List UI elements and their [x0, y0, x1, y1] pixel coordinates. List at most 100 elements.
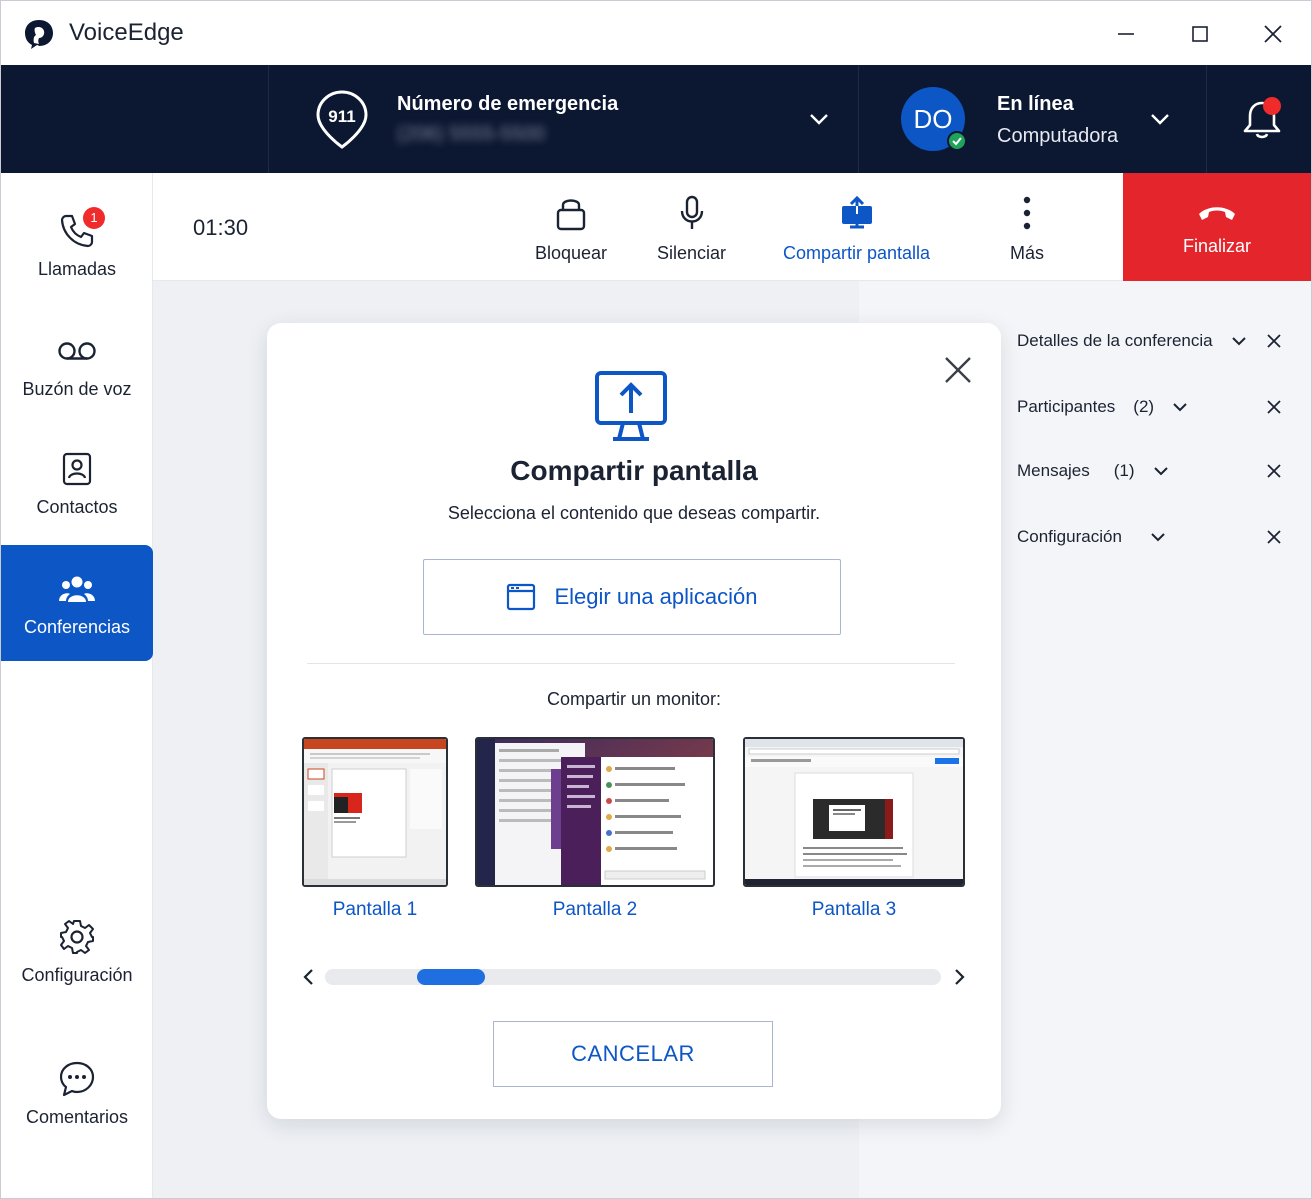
minimize-button[interactable]: [1109, 17, 1143, 51]
emergency-number-value: (206) 5555-5500: [397, 123, 545, 145]
panel-section-details[interactable]: Detalles de la conferencia: [1017, 326, 1287, 356]
calls-badge: 1: [83, 206, 105, 229]
monitor-thumbnail-1[interactable]: [302, 737, 448, 887]
chevron-right-icon[interactable]: [949, 967, 969, 987]
notification-dot: [1263, 97, 1281, 115]
mute-label: Silenciar: [657, 243, 727, 263]
emergency-number-title: Número de emergencia: [397, 93, 619, 115]
end-call-label: Finalizar: [1182, 235, 1252, 256]
contact-card-icon: [57, 449, 97, 489]
monitor-label-3[interactable]: Pantalla 3: [743, 899, 965, 921]
sidebar-item-voicemail[interactable]: Buzón de voz: [1, 307, 153, 423]
hangup-icon: [1195, 198, 1239, 228]
panel-section-label: Configuración: [1017, 527, 1122, 546]
header-divider: [268, 65, 269, 173]
close-icon[interactable]: [1263, 460, 1285, 482]
monitor-label-2[interactable]: Pantalla 2: [475, 899, 715, 921]
share-screen-button[interactable]: Compartir pantalla: [783, 193, 930, 273]
maximize-button[interactable]: [1183, 17, 1217, 51]
participants-count: (2): [1133, 397, 1155, 416]
sidebar-item-label: Comentarios: [25, 1106, 129, 1127]
lock-label: Bloquear: [535, 243, 608, 263]
choose-app-button[interactable]: Elegir una aplicación: [423, 559, 841, 635]
sidebar-item-label: Configuración: [21, 964, 133, 985]
choose-app-label: Elegir una aplicación: [554, 584, 758, 609]
share-screen-dialog: Compartir pantalla Selecciona el conteni…: [267, 323, 1001, 1119]
more-button[interactable]: Más: [1007, 193, 1047, 273]
dialog-subtitle: Selecciona el contenido que deseas compa…: [447, 503, 821, 523]
header-divider: [1206, 65, 1207, 173]
chevron-down-icon: [1231, 337, 1246, 346]
carousel-scroll-thumb[interactable]: [417, 969, 485, 985]
group-icon: [57, 569, 97, 609]
emergency-chevron-down-icon[interactable]: [807, 107, 831, 131]
panel-section-label: Mensajes: [1017, 461, 1090, 480]
close-window-button[interactable]: [1256, 17, 1290, 51]
monitor-thumbnail-3[interactable]: [743, 737, 965, 887]
chevron-down-icon: [1151, 533, 1165, 542]
more-label: Más: [1009, 243, 1044, 263]
dialog-divider: [307, 663, 955, 664]
panel-section-participants[interactable]: Participantes (2): [1017, 392, 1287, 422]
dialog-title: Compartir pantalla: [510, 455, 758, 486]
chevron-left-icon[interactable]: [299, 967, 319, 987]
app-window-icon: [507, 583, 536, 611]
panel-section-messages[interactable]: Mensajes (1): [1017, 456, 1287, 486]
messages-count: (1): [1113, 461, 1135, 480]
lock-button[interactable]: Bloquear: [535, 193, 607, 273]
sidebar-item-conferences[interactable]: Conferencias: [1, 545, 153, 661]
app-title: VoiceEdge: [69, 19, 184, 46]
sidebar-item-contacts[interactable]: Contactos: [1, 425, 153, 541]
monitor-label-1[interactable]: Pantalla 1: [302, 899, 448, 921]
close-icon[interactable]: [1263, 396, 1285, 418]
header-divider: [858, 65, 859, 173]
sidebar-item-label: Conferencias: [23, 616, 131, 637]
panel-section-settings[interactable]: Configuración: [1017, 522, 1287, 552]
close-icon[interactable]: [1263, 526, 1285, 548]
panel-section-label: Participantes: [1017, 397, 1116, 416]
screen-preview-1: [304, 739, 446, 885]
call-timer: 01:30: [193, 215, 249, 240]
sidebar-item-label: Buzón de voz: [22, 378, 132, 399]
lock-icon: [551, 193, 591, 233]
chat-bubble-icon: [57, 1059, 97, 1099]
sidebar-item-feedback[interactable]: Comentarios: [1, 1035, 153, 1151]
monitor-section-label: Compartir un monitor:: [546, 689, 722, 709]
end-call-button[interactable]: Finalizar: [1123, 173, 1311, 281]
share-screen-icon: [837, 193, 877, 233]
presence-status: En línea: [997, 93, 1074, 115]
monitor-upload-icon: [595, 371, 667, 441]
gear-icon: [57, 917, 97, 957]
chevron-down-icon: [1153, 467, 1168, 476]
share-screen-label: Compartir pantalla: [783, 243, 931, 263]
sidebar-item-settings[interactable]: Configuración: [1, 893, 153, 1009]
online-status-icon: [947, 131, 967, 151]
call-toolbar: 01:30 Bloquear Silenciar Compartir panta…: [153, 173, 1311, 281]
minimize-icon: [1118, 33, 1134, 35]
mute-button[interactable]: Silenciar: [657, 193, 726, 273]
top-header: 911 Número de emergencia (206) 5555-5500…: [1, 65, 1311, 173]
presence-chevron-down-icon[interactable]: [1148, 107, 1172, 131]
screen-preview-2: [477, 739, 713, 885]
screen-preview-3: [745, 739, 963, 885]
close-dialog-icon[interactable]: [941, 353, 975, 387]
sidebar-item-label: Llamadas: [37, 258, 117, 279]
monitor-thumbnail-2[interactable]: [475, 737, 715, 887]
sidebar-item-label: Contactos: [36, 496, 118, 517]
presence-device: Computadora: [997, 125, 1119, 147]
title-bar: VoiceEdge: [1, 1, 1311, 65]
cancel-button[interactable]: CANCELAR: [493, 1021, 773, 1087]
maximize-icon: [1192, 26, 1208, 42]
phone-icon: 1: [57, 206, 105, 251]
panel-section-label: Detalles de la conferencia: [1017, 331, 1213, 350]
voicemail-icon: [57, 331, 97, 371]
voiceedge-logo-icon: [25, 20, 53, 49]
emergency-pin-icon: 911: [316, 90, 368, 149]
sidebar-item-calls[interactable]: 1 Llamadas: [1, 187, 153, 303]
microphone-icon: [672, 193, 712, 233]
close-icon[interactable]: [1263, 330, 1285, 352]
sidebar: 1 Llamadas Buzón de voz Contactos Confer…: [1, 173, 153, 1198]
emergency-badge-text: 911: [328, 107, 355, 126]
more-vertical-icon: [1007, 193, 1047, 233]
chevron-down-icon: [1173, 403, 1187, 412]
